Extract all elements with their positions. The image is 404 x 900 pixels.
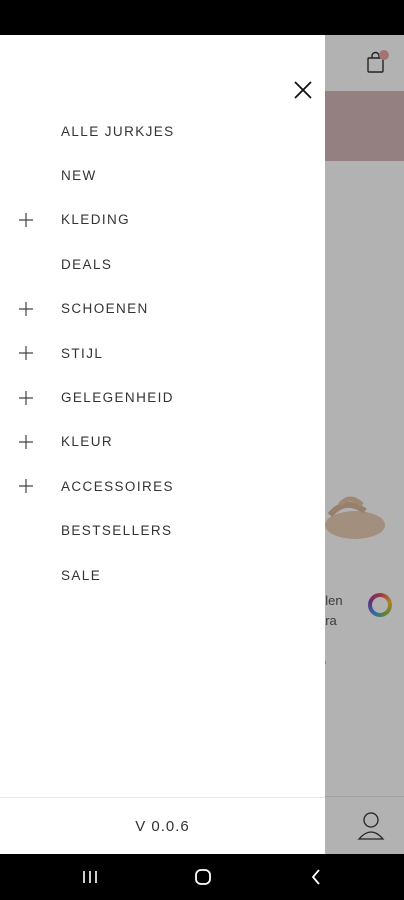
home-icon	[195, 869, 211, 885]
plus-icon[interactable]	[19, 390, 33, 405]
status-bar	[0, 0, 404, 35]
menu-item-bestsellers[interactable]: BESTSELLERS	[0, 509, 325, 553]
menu-item-label: KLEUR	[61, 434, 114, 450]
menu-item-sale[interactable]: SALE	[0, 553, 325, 597]
menu-item-label: BESTSELLERS	[61, 523, 173, 539]
plus-icon[interactable]	[19, 212, 33, 227]
menu-item-kleding[interactable]: KLEDING	[0, 198, 325, 242]
recents-icon	[83, 871, 97, 883]
navigation-drawer: ALLE JURKJES NEW KLEDING DEALS SCHOENEN …	[0, 35, 325, 854]
close-icon	[294, 81, 312, 99]
menu-item-alle-jurkjes[interactable]: ALLE JURKJES	[0, 109, 325, 153]
drawer-footer: V 0.0.6	[0, 797, 325, 854]
plus-icon[interactable]	[19, 434, 33, 449]
back-button[interactable]	[304, 866, 328, 888]
category-menu: ALLE JURKJES NEW KLEDING DEALS SCHOENEN …	[0, 109, 325, 597]
close-button[interactable]	[286, 73, 320, 107]
menu-item-stijl[interactable]: STIJL	[0, 331, 325, 375]
menu-item-gelegenheid[interactable]: GELEGENHEID	[0, 375, 325, 419]
menu-item-label: NEW	[61, 168, 97, 184]
menu-item-schoenen[interactable]: SCHOENEN	[0, 287, 325, 331]
menu-item-label: STIJL	[61, 345, 104, 361]
menu-item-accessoires[interactable]: ACCESSOIRES	[0, 464, 325, 508]
plus-icon[interactable]	[19, 301, 33, 316]
menu-item-label: DEALS	[61, 256, 113, 272]
plus-icon[interactable]	[19, 479, 33, 494]
menu-item-label: GELEGENHEID	[61, 390, 174, 406]
menu-item-label: ACCESSOIRES	[61, 478, 174, 494]
back-icon	[311, 869, 320, 885]
home-button[interactable]	[191, 866, 215, 888]
recents-button[interactable]	[78, 866, 102, 888]
menu-item-label: SCHOENEN	[61, 301, 149, 317]
menu-item-label: ALLE JURKJES	[61, 123, 175, 139]
app-version: V 0.0.6	[135, 817, 190, 835]
menu-item-kleur[interactable]: KLEUR	[0, 420, 325, 464]
menu-item-deals[interactable]: DEALS	[0, 242, 325, 286]
menu-item-label: SALE	[61, 567, 102, 583]
plus-icon[interactable]	[19, 346, 33, 361]
menu-item-label: KLEDING	[61, 212, 131, 228]
menu-item-new[interactable]: NEW	[0, 153, 325, 197]
system-nav-bar	[0, 854, 404, 900]
